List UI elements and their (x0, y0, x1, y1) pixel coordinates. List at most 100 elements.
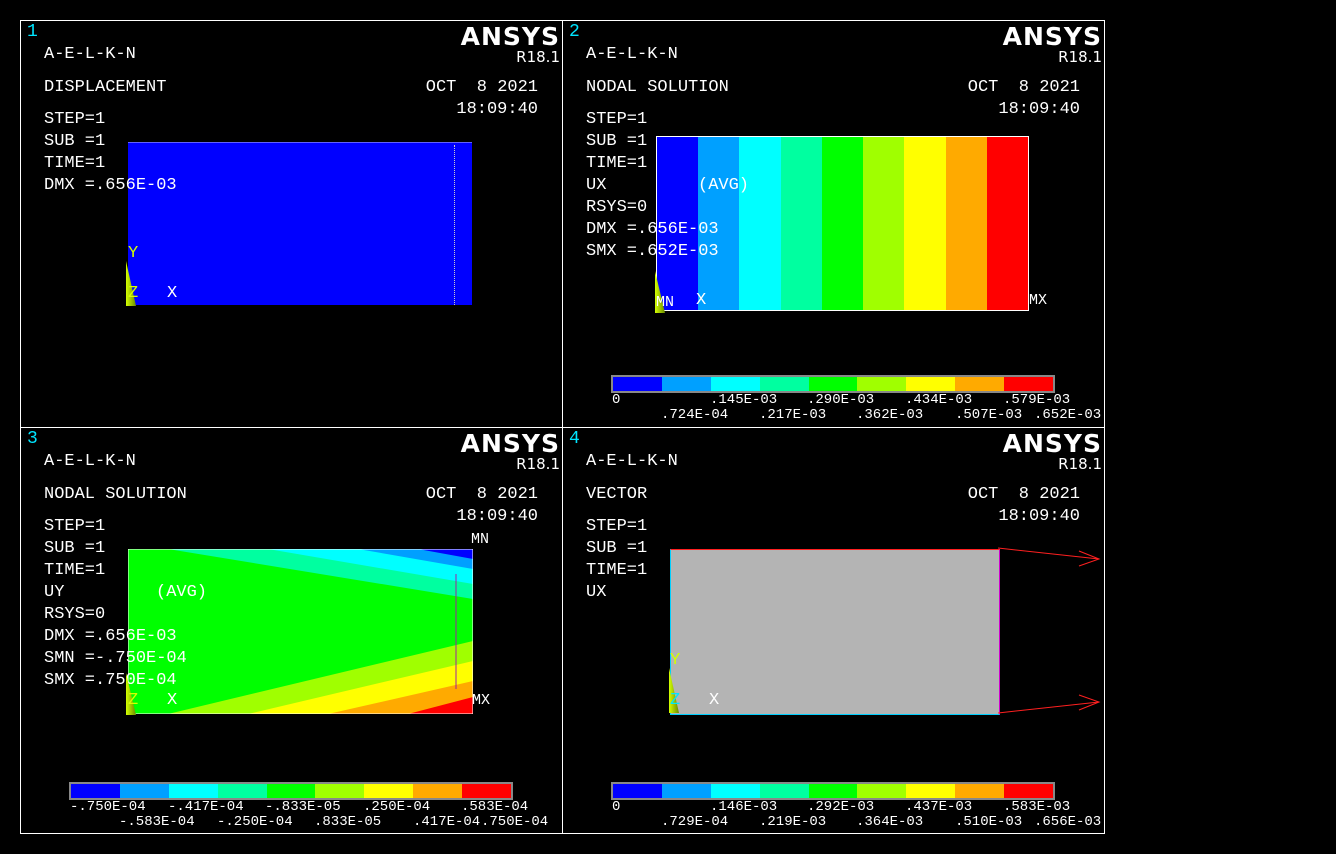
date-time: OCT 8 2021 18:09:40 (426, 484, 538, 528)
legend-label: .219E-03 (759, 814, 827, 830)
plot-kind: VECTOR (586, 485, 648, 504)
legend-label: 0 (612, 392, 621, 408)
legend-label: -.583E-04 (119, 814, 195, 830)
rsys-label: RSYS=0 (586, 198, 648, 217)
sub-label: SUB =1 (44, 132, 106, 151)
legend-label: -.250E-04 (217, 814, 293, 830)
plot-title: A-E-L-K-N (44, 452, 136, 471)
plot-kind: NODAL SOLUTION (586, 78, 729, 97)
ansys-logo: ANSYS (460, 429, 560, 458)
window-number: 4 (569, 429, 580, 449)
date-label: OCT 8 2021 (425, 485, 538, 504)
date-label: OCT 8 2021 (967, 485, 1080, 504)
sub-label: SUB =1 (44, 539, 106, 558)
step-label: STEP=1 (44, 517, 106, 536)
vector-plate (670, 549, 1000, 715)
legend-label: -.833E-05 (265, 799, 341, 815)
avg-label: (AVG) (156, 583, 208, 602)
legend-label: .250E-04 (363, 799, 431, 815)
displaced-plate (128, 142, 472, 305)
ansys-logo: ANSYS (460, 22, 560, 51)
max-marker: MX (1029, 292, 1048, 309)
legend-label: .217E-03 (759, 407, 827, 423)
axis-y-label: Y (128, 244, 139, 263)
legend-label: -.417E-04 (168, 799, 244, 815)
legend-label: .434E-03 (905, 392, 973, 408)
legend-label: .583E-03 (1003, 799, 1071, 815)
window-number: 3 (27, 429, 38, 449)
viewport-3[interactable]: 3 ANSYS R18.1 A-E-L-K-N NODAL SOLUTION O… (20, 427, 563, 834)
time-label: 18:09:40 (456, 100, 538, 119)
plot-kind: DISPLACEMENT (44, 78, 167, 97)
date-time: OCT 8 2021 18:09:40 (968, 77, 1080, 121)
legend-label: .437E-03 (905, 799, 973, 815)
legend-label: .579E-03 (1003, 392, 1071, 408)
quantity-label: UY (44, 583, 65, 602)
max-marker: MX (472, 692, 491, 709)
time-label: 18:09:40 (998, 100, 1080, 119)
contour-legend (611, 375, 1055, 393)
legend-label: .750E-04 (481, 814, 549, 830)
quantity-label: UX (586, 583, 607, 602)
sub-label: SUB =1 (586, 132, 648, 151)
plot-title: A-E-L-K-N (586, 45, 678, 64)
dmx-label: DMX =.656E-03 (44, 176, 177, 195)
axis-z-label: Z (670, 691, 681, 710)
avg-label: (AVG) (698, 176, 750, 195)
min-marker: MN (656, 294, 675, 311)
viewport-2[interactable]: 2 ANSYS R18.1 A-E-L-K-N NODAL SOLUTION O… (562, 20, 1105, 428)
revision-label: R18.1 (516, 48, 560, 66)
contour-legend (69, 782, 513, 800)
legend-label: .417E-04 (413, 814, 481, 830)
ansys-logo: ANSYS (1002, 429, 1102, 458)
revision-label: R18.1 (516, 455, 560, 473)
legend-label: -.750E-04 (70, 799, 146, 815)
viewport-4[interactable]: 4 ANSYS R18.1 A-E-L-K-N VECTOR OCT 8 202… (562, 427, 1105, 834)
legend-label: .510E-03 (955, 814, 1023, 830)
revision-label: R18.1 (1058, 455, 1102, 473)
time-value-label: TIME=1 (44, 561, 106, 580)
axis-x-label: X (167, 691, 178, 710)
legend-label: .364E-03 (856, 814, 924, 830)
smx-label: SMX =.652E-03 (586, 242, 719, 261)
time-label: 18:09:40 (456, 507, 538, 526)
axis-x-label: X (696, 291, 707, 310)
window-number: 2 (569, 22, 580, 42)
axis-z-label: Z (128, 691, 139, 710)
min-marker: MN (471, 531, 490, 548)
legend-label: .290E-03 (807, 392, 875, 408)
legend-label: .652E-03 (1034, 407, 1102, 423)
rsys-label: RSYS=0 (44, 605, 106, 624)
axis-x-label: X (709, 691, 720, 710)
plot-title: A-E-L-K-N (586, 452, 678, 471)
step-label: STEP=1 (586, 517, 648, 536)
plot-title: A-E-L-K-N (44, 45, 136, 64)
time-value-label: TIME=1 (586, 154, 648, 173)
uy-contour-plate (128, 549, 473, 714)
quantity-label: UX (586, 176, 607, 195)
smx-label: SMX =.750E-04 (44, 671, 177, 690)
revision-label: R18.1 (1058, 48, 1102, 66)
sub-label: SUB =1 (586, 539, 648, 558)
undeformed-edge (454, 145, 456, 305)
date-label: OCT 8 2021 (425, 78, 538, 97)
plot-kind: NODAL SOLUTION (44, 485, 187, 504)
vector-legend (611, 782, 1055, 800)
smn-label: SMN =-.750E-04 (44, 649, 187, 668)
time-label: 18:09:40 (998, 507, 1080, 526)
legend-label: .146E-03 (710, 799, 778, 815)
legend-label: .656E-03 (1034, 814, 1102, 830)
dmx-label: DMX =.656E-03 (586, 220, 719, 239)
legend-label: .583E-04 (461, 799, 529, 815)
axis-z-label: Z (128, 284, 139, 303)
vector-arrows (997, 547, 1101, 714)
viewport-1[interactable]: 1 ANSYS R18.1 A-E-L-K-N DISPLACEMENT OCT… (20, 20, 563, 428)
date-label: OCT 8 2021 (967, 78, 1080, 97)
legend-label: .507E-03 (955, 407, 1023, 423)
legend-label: .362E-03 (856, 407, 924, 423)
legend-label: .292E-03 (807, 799, 875, 815)
legend-label: .724E-04 (661, 407, 729, 423)
window-number: 1 (27, 22, 38, 42)
time-value-label: TIME=1 (44, 154, 106, 173)
date-time: OCT 8 2021 18:09:40 (426, 77, 538, 121)
